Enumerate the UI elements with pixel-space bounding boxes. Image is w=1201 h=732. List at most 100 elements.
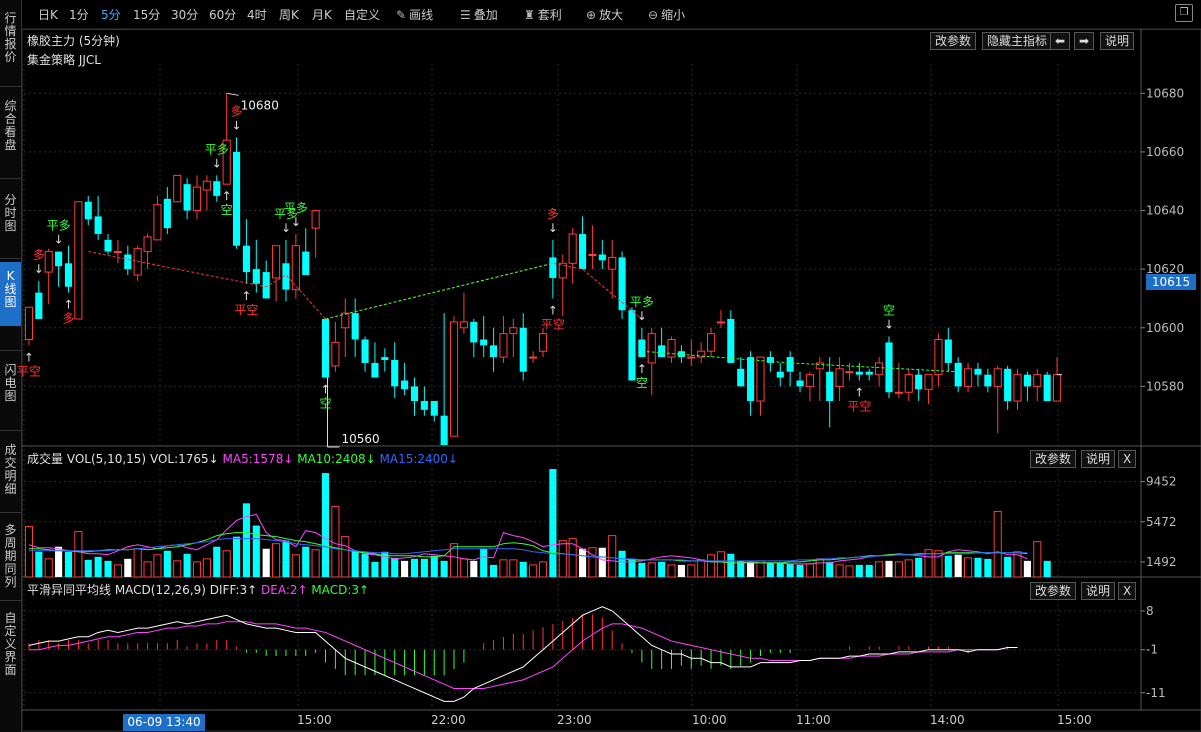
candle-body (64, 263, 73, 287)
candle-body (321, 318, 330, 378)
volume-bar (44, 558, 53, 578)
candle-body (35, 292, 43, 319)
candle-body (716, 321, 726, 324)
arrow-down-icon: ↓ (884, 318, 894, 332)
volume-bar (667, 564, 676, 578)
y-tick-label: -11 (1146, 686, 1166, 700)
candle-body (993, 368, 1002, 387)
candle-body (915, 374, 923, 390)
volume-bar (163, 550, 171, 577)
main-help-button[interactable]: 说明 (1100, 32, 1135, 50)
candle-body (232, 151, 241, 246)
candle-body (964, 368, 973, 387)
volume-bar (727, 553, 735, 577)
next-button[interactable]: ➡ (1074, 32, 1095, 50)
macd-panel-header: 平滑异同平均线 MACD(12,26,9) DIFF:3↑ DEA:2↑ MAC… (27, 581, 369, 598)
volume-bar (845, 565, 854, 578)
macd-help-button[interactable]: 说明 (1081, 582, 1116, 600)
current-price-tag: 10615 (1146, 274, 1196, 290)
volume-bar (826, 561, 834, 577)
volume-bar (232, 536, 241, 577)
vol-close-button[interactable]: X (1118, 450, 1137, 468)
arrow-up-icon: ↑ (241, 289, 251, 303)
volume-bar (1004, 556, 1012, 577)
volume-bar (1023, 560, 1031, 577)
candle-body (549, 257, 557, 278)
chart-canvas[interactable]: 1058010600106201064010660106801068010560… (0, 0, 1201, 732)
volume-bar (964, 557, 973, 578)
arrow-down-icon: ↓ (291, 215, 301, 229)
candle-body (331, 341, 340, 367)
y-tick-label: 10680 (1146, 86, 1184, 100)
signal-label: 平空 (17, 364, 41, 378)
signal-label: 多 (231, 104, 243, 118)
signal-label: 平空 (541, 317, 565, 331)
volume-bar (480, 548, 488, 577)
arrow-down-icon: ↓ (637, 309, 647, 323)
candle-body (143, 236, 152, 253)
volume-bar (302, 546, 310, 577)
strategy-label: 集金策略 JJCL (27, 53, 101, 67)
vol-help-button[interactable]: 说明 (1081, 450, 1116, 468)
candle-body (845, 371, 854, 374)
volume-bar (341, 536, 350, 578)
volume-bar (578, 548, 587, 577)
candle-body (934, 338, 943, 376)
candle-body (904, 374, 913, 393)
volume-bar (706, 554, 716, 578)
candle-body (440, 415, 448, 445)
signal-label: 空 (221, 203, 233, 217)
y-tick-label: 10580 (1146, 379, 1184, 393)
candle-body (658, 345, 666, 358)
signal-label: 平空 (234, 303, 258, 317)
low-label: 10560 (342, 432, 380, 446)
x-tick-label: 15:00 (297, 713, 332, 727)
candle-body (113, 251, 122, 254)
volume-bar (885, 560, 893, 577)
volume-bar (944, 555, 952, 577)
y-tick-label: 10600 (1146, 321, 1184, 335)
candle-body (924, 374, 933, 390)
vol-params-button[interactable]: 改参数 (1030, 450, 1077, 468)
candle-body (1013, 374, 1022, 402)
candle-body (341, 312, 350, 329)
candle-body (756, 356, 765, 402)
signal-line-red (88, 251, 326, 320)
prev-button[interactable]: ⬅ (1050, 32, 1071, 50)
candle-body (192, 186, 202, 212)
macd-close-button[interactable]: X (1118, 582, 1137, 600)
volume-bar (529, 564, 538, 578)
volume-bar (64, 551, 73, 577)
candle-body (459, 321, 468, 329)
x-tick-label: 14:00 (930, 713, 965, 727)
macd-params-button[interactable]: 改参数 (1030, 582, 1077, 600)
volume-bar (558, 540, 567, 578)
candle-body (163, 198, 171, 229)
hide-main-indicator-button[interactable]: 隐藏主指标 (982, 32, 1053, 50)
candle-body (44, 251, 53, 273)
candle-body (885, 342, 893, 393)
y-tick-label: 1492 (1146, 555, 1177, 569)
arrow-up-icon: ↑ (854, 386, 864, 400)
candle-body (153, 204, 162, 241)
volume-bar (84, 559, 92, 577)
signal-label: 平多 (284, 201, 308, 215)
volume-bar (490, 564, 498, 577)
candle-body (598, 254, 606, 261)
signal-line-red (325, 262, 643, 320)
y-tick-label: 8 (1146, 604, 1154, 618)
volume-bar (658, 561, 666, 577)
candle-body (894, 391, 903, 394)
candle-body (311, 210, 320, 229)
x-tick-label: 10:00 (692, 713, 727, 727)
high-label: 10680 (241, 98, 279, 112)
volume-bar (984, 558, 992, 577)
candle-body (608, 256, 617, 270)
signal-label: 多 (547, 207, 559, 221)
main-params-button[interactable]: 改参数 (930, 32, 977, 50)
candle-body (984, 374, 992, 387)
volume-bar (262, 548, 270, 577)
x-tick-label: 22:00 (431, 713, 466, 727)
volume-bar (618, 550, 626, 577)
candle-body (568, 233, 577, 264)
